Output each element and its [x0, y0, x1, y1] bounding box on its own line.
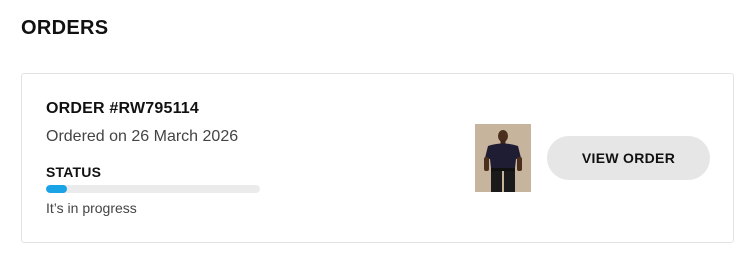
view-order-button[interactable]: VIEW ORDER	[547, 136, 710, 180]
status-label: STATUS	[46, 164, 102, 180]
product-photo	[475, 124, 531, 192]
page-title: ORDERS	[21, 17, 109, 39]
status-progress-fill	[46, 185, 68, 193]
order-card: ORDER #RW795114 Ordered on 26 March 2026…	[21, 73, 734, 243]
status-progress-bar	[46, 185, 260, 193]
status-text: It’s in progress	[46, 200, 137, 216]
order-date: Ordered on 26 March 2026	[46, 128, 239, 145]
order-number: ORDER #RW795114	[46, 100, 199, 117]
product-thumbnail[interactable]	[475, 124, 531, 192]
